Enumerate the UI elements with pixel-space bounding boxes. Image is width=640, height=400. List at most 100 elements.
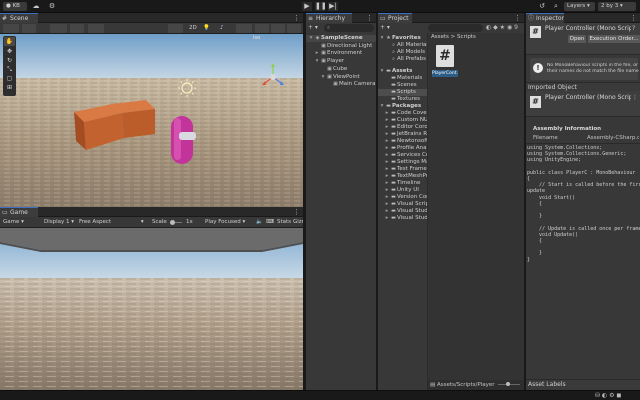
tab-game[interactable]: ▭ Game [0,207,38,217]
create-asset-dropdown[interactable]: + ▾ [380,24,390,32]
status-icons[interactable]: ⛁ ◐ ⚙ ◼ [595,392,621,400]
tab-project[interactable]: ▭ Project [378,13,412,23]
tab-hierarchy[interactable]: ≡ Hierarchy [306,13,352,23]
camera-settings[interactable] [271,24,285,33]
increment-snap[interactable] [88,24,104,33]
more-options-icon[interactable]: ⋮ [293,13,300,23]
lighting-icon[interactable]: 💡 [203,24,210,33]
grid-toggle[interactable] [50,24,67,33]
assets-folder[interactable]: ▾ ▬Assets [378,68,427,75]
package-folder[interactable]: ▸ ▬Timeline [378,180,427,187]
package-folder[interactable]: ▸▬Code Coverage [378,110,427,117]
search-icon[interactable]: ⌕ [551,2,561,11]
rotate-tool-icon[interactable]: ↻ [3,56,16,65]
play-mode-dropdown[interactable]: Play Focused ▾ [205,218,245,227]
tab-scene[interactable]: # Scene [0,13,38,23]
help-icon[interactable]: ? [632,25,635,33]
package-folder[interactable]: ▸▬Editor Coroutines [378,124,427,131]
snap-toggle[interactable] [70,24,84,33]
shortcuts-icon[interactable]: ⌨ [266,218,274,227]
create-dropdown[interactable]: + ▾ [308,24,318,32]
package-folder[interactable]: ▸▬JetBrains Rider [378,131,427,138]
execution-order-button[interactable]: Execution Order... [588,35,640,43]
packages-folder[interactable]: ▾ ▬Packages [378,103,427,110]
tab-inspector[interactable]: ⓘ Inspector [526,13,564,23]
breadcrumb-assets[interactable]: Assets [431,34,449,40]
hierarchy-item[interactable]: ▸ ▣Environment [306,50,376,57]
package-folder[interactable]: ▸ ▬Unity UI [378,187,427,194]
breadcrumb-scripts[interactable]: Scripts [457,34,476,40]
hierarchy-item[interactable]: ▾ ▣Player [306,58,376,65]
more-options-icon[interactable]: ⋮ [630,13,637,23]
scale-slider-handle[interactable] [170,220,175,225]
pivot-dropdown[interactable] [22,24,36,33]
audio-icon[interactable]: ♪ [220,24,224,33]
more-options-icon[interactable]: ⋮ [514,13,521,23]
more-options-icon[interactable]: ⋮ [293,207,300,217]
hierarchy-item[interactable]: ▣Main Camera [306,81,376,88]
package-folder[interactable]: ▸▬Visual Scripting [378,201,427,208]
move-tool-icon[interactable]: ✥ [3,47,16,56]
gizmo-handle-dropdown[interactable] [3,24,19,33]
asset-folder[interactable]: ▬Materials [378,75,427,82]
more-options-icon[interactable]: ⋮ [366,13,373,23]
layout-dropdown[interactable]: 2 by 3 ▾ [598,2,636,11]
game-mode-dropdown[interactable]: Game ▾ [3,218,24,227]
favorites-section[interactable]: ▾ ★Favorites [378,35,427,42]
asset-labels-header[interactable]: Asset Labels [526,379,640,390]
favorite-item[interactable]: ⌕ All Prefabs [378,56,427,63]
play-button[interactable]: ▶ [302,2,312,11]
stats-button[interactable]: Stats [277,218,291,227]
search-input[interactable]: ⌕ [324,24,374,32]
step-button[interactable]: ▶| [328,2,338,11]
effects-dropdown[interactable] [236,24,252,33]
package-folder[interactable]: ▸▬Custom NUnit [378,117,427,124]
aspect-dropdown[interactable]: Free Aspect ▾ [79,218,144,227]
shading-mode[interactable] [168,24,183,33]
hierarchy-item[interactable]: ▣Directional Light [306,43,376,50]
package-folder[interactable]: ▸▬Visual Studio [378,208,427,215]
2d-toggle[interactable]: 2D [189,24,197,33]
filter-icons[interactable]: ◐ ◆ ★ ◉ 9 [486,24,518,32]
package-folder[interactable]: ▸▬Version Control [378,194,427,201]
hierarchy-scene-root[interactable]: ▾ ◈ SampleScene [306,35,376,42]
mute-audio-icon[interactable]: 🔈 [256,218,263,227]
hierarchy-item[interactable]: ▣Cube [306,66,376,73]
game-viewport[interactable] [0,228,303,390]
package-folder[interactable]: ▸▬Settings Manager [378,159,427,166]
project-search-input[interactable] [428,24,483,32]
icon-size-slider-handle[interactable] [506,382,510,386]
package-folder-label: Visual Scripting [397,201,427,207]
package-folder[interactable]: ▸▬Visual Studio Code [378,215,427,222]
gizmos-button[interactable]: Gizmos [293,218,303,227]
hierarchy-item[interactable]: ▾ ▣ViewPoint [306,74,376,81]
package-folder[interactable]: ▸▬Profile Analyzer [378,145,427,152]
display-dropdown[interactable]: Display 1 ▾ [44,218,74,227]
transform-tool-icon[interactable]: ⊞ [3,83,16,92]
favorite-item[interactable]: ⌕ All Materials [378,42,427,49]
history-icon[interactable]: ↺ [537,2,547,11]
package-folder[interactable]: ▸▬Newtonsoft Json [378,138,427,145]
layers-dropdown[interactable]: Layers ▾ [564,2,595,11]
gizmos-toggle[interactable] [287,24,301,33]
asset-folder[interactable]: ▬Scripts [378,89,427,96]
scene-viewport[interactable]: Iso ✋ ✥ ↻ ⤡ ▢ ⊞ [0,34,303,207]
hidden-objects[interactable] [255,24,269,33]
perspective-label[interactable]: Iso [253,35,260,41]
asset-folder[interactable]: ▬Textures [378,96,427,103]
package-folder[interactable]: ▸▬Services Core [378,152,427,159]
package-folder[interactable]: ▸ ▬TextMeshPro [378,173,427,180]
asset-folder[interactable]: ▬Scenes [378,82,427,89]
favorite-item[interactable]: ⌕ All Models [378,49,427,56]
cloud-icon[interactable]: ☁ [31,2,41,11]
package-folder[interactable]: ▸▬Test Framework [378,166,427,173]
imported-more-icon[interactable]: ⋮ [632,94,638,102]
hand-tool-icon[interactable]: ✋ [4,37,15,46]
scale-tool-icon[interactable]: ⤡ [3,65,16,74]
open-button[interactable]: Open [568,35,586,43]
account-dropdown[interactable]: ● KB ▾ [3,2,27,18]
script-asset[interactable]: # PlayerCont... [432,45,458,83]
collab-icon[interactable]: ⚙ [47,2,57,11]
rect-tool-icon[interactable]: ▢ [3,74,16,83]
pause-button[interactable]: ❚❚ [315,2,327,11]
